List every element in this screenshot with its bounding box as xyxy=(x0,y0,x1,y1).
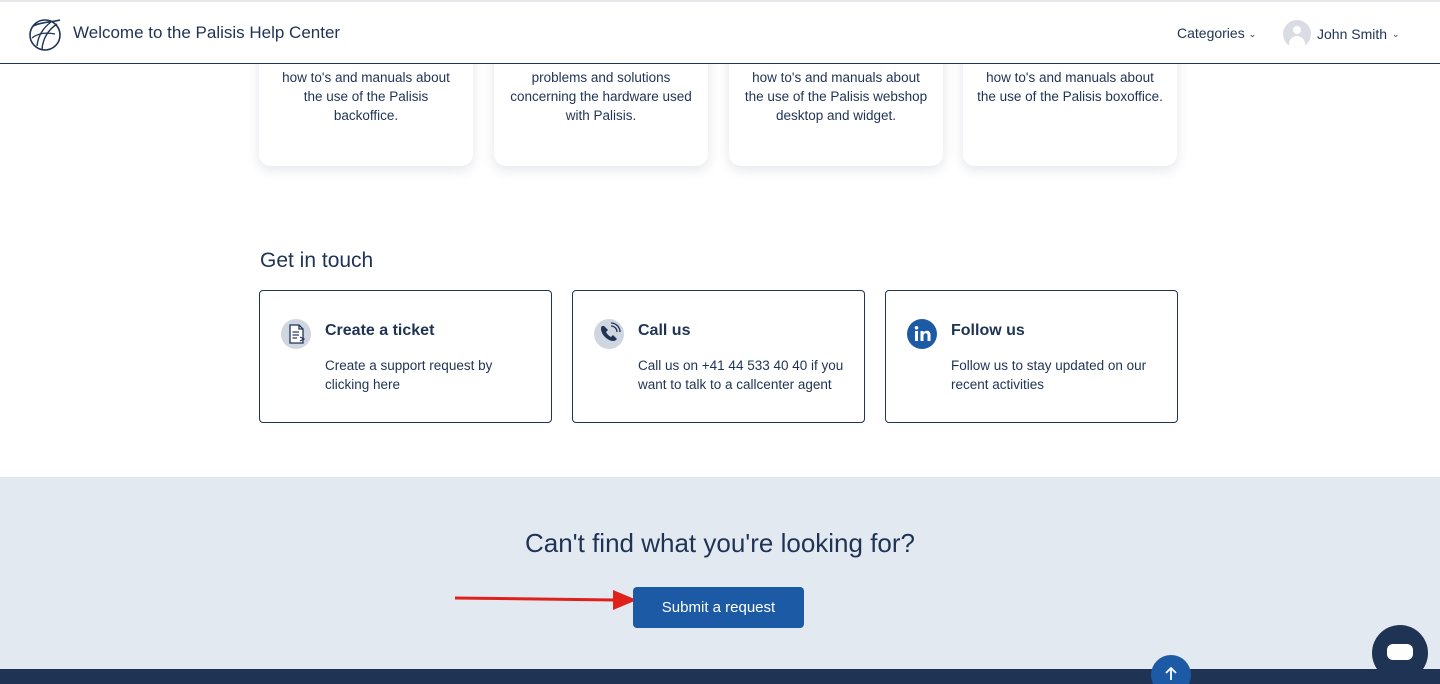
section-title-get-in-touch: Get in touch xyxy=(260,249,374,272)
card-description: Follow us to stay updated on our recent … xyxy=(951,358,1147,392)
site-footer xyxy=(0,669,1440,684)
category-description: how to's and manuals about the use of th… xyxy=(282,70,450,123)
chevron-down-icon: ⌄ xyxy=(1392,28,1400,39)
user-name: John Smith xyxy=(1317,26,1388,42)
category-description: problems and solutions concerning the ha… xyxy=(510,70,692,123)
follow-us-card[interactable]: Follow us Follow us to stay updated on o… xyxy=(885,290,1178,423)
submit-request-button[interactable]: Submit a request xyxy=(633,587,804,628)
card-description: Create a support request by clicking her… xyxy=(325,358,493,392)
annotation-arrow-icon xyxy=(455,590,637,610)
palisis-logo-icon[interactable] xyxy=(27,16,63,52)
linkedin-icon xyxy=(907,319,937,349)
category-description: how to's and manuals about the use of th… xyxy=(977,70,1163,104)
card-description: Call us on +41 44 533 40 40 if you want … xyxy=(638,358,844,392)
arrow-up-icon xyxy=(1165,666,1177,680)
avatar xyxy=(1283,20,1311,48)
card-title: Create a ticket xyxy=(325,322,435,339)
call-us-card[interactable]: Call us Call us on +41 44 533 40 40 if y… xyxy=(572,290,865,423)
chat-bubble-icon xyxy=(1387,644,1413,660)
create-ticket-card[interactable]: Create a ticket Create a support request… xyxy=(259,290,552,423)
chevron-down-icon: ⌄ xyxy=(1248,29,1257,39)
document-icon xyxy=(281,319,311,349)
user-menu[interactable]: John Smith ⌄ xyxy=(1283,20,1400,48)
phone-icon xyxy=(594,319,624,349)
site-header: Welcome to the Palisis Help Center Categ… xyxy=(0,0,1440,64)
card-title: Call us xyxy=(638,322,691,339)
page: how to's and manuals about the use of th… xyxy=(0,0,1440,684)
site-title[interactable]: Welcome to the Palisis Help Center xyxy=(73,23,340,43)
request-banner: Can't find what you're looking for? Subm… xyxy=(0,477,1440,669)
category-description: how to's and manuals about the use of th… xyxy=(744,70,928,123)
banner-title: Can't find what you're looking for? xyxy=(524,528,916,558)
categories-label: Categories xyxy=(1177,25,1245,41)
chat-widget-button[interactable] xyxy=(1372,625,1428,681)
categories-menu[interactable]: Categories ⌄ xyxy=(1177,25,1256,41)
card-title: Follow us xyxy=(951,322,1025,339)
